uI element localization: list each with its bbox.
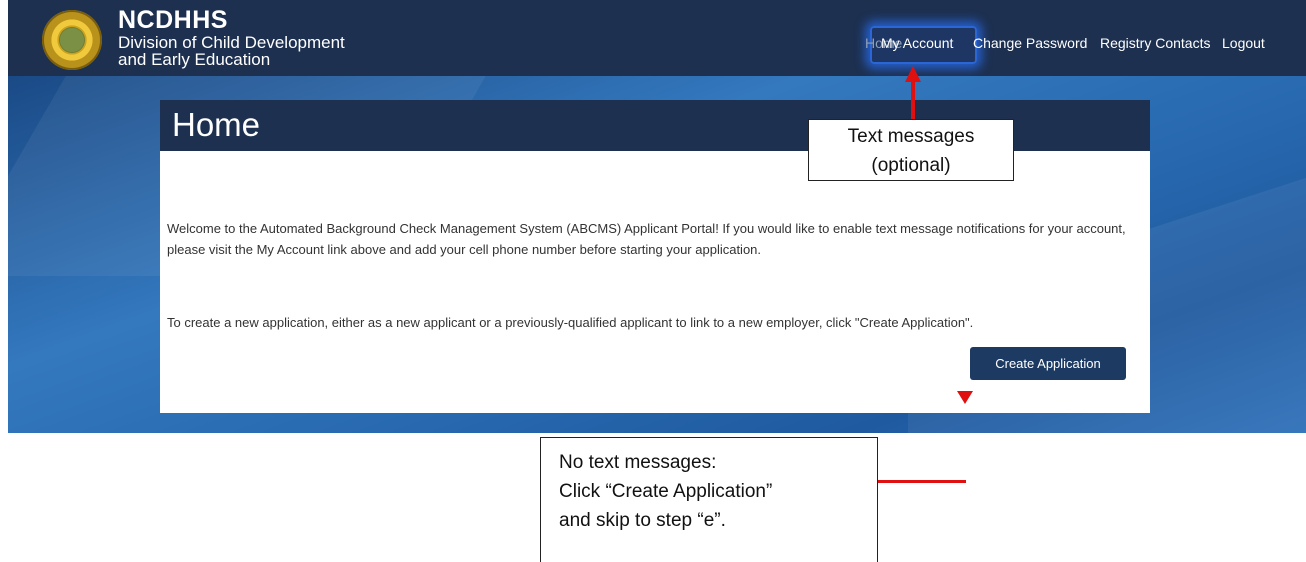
arrow-down-icon [957,391,973,404]
nav-registry-contacts-link[interactable]: Registry Contacts [1100,35,1210,51]
nc-seal-logo [42,10,102,70]
callout-bottom-line2: Click “Create Application” [559,481,773,502]
pointer-line [878,480,966,483]
brand-title: NCDHHS [118,6,228,34]
arrow-up-icon [905,66,921,82]
callout-no-text-messages: No text messages: Click “Create Applicat… [540,437,878,562]
callout-bottom-line3: and skip to step “e”. [559,510,726,531]
create-instructions: To create a new application, either as a… [167,315,974,330]
nav-my-account-link[interactable]: My Account [881,35,953,51]
page-title: Home [172,106,261,143]
callout-top-line1: Text messages [847,126,975,147]
nav-logout-link[interactable]: Logout [1222,35,1265,51]
callout-text-messages: Text messages (optional) [808,119,1014,181]
create-application-button[interactable]: Create Application [970,347,1126,380]
brand-subtitle: Division of Child Development and Early … [118,33,345,69]
welcome-text: Welcome to the Automated Background Chec… [167,221,1126,257]
seal-center [59,27,85,53]
callout-bottom-line1: No text messages: [559,452,717,473]
arrow-up-shaft [911,80,915,120]
callout-top-line2: (optional) [871,155,951,176]
nav-change-password-link[interactable]: Change Password [973,35,1087,51]
